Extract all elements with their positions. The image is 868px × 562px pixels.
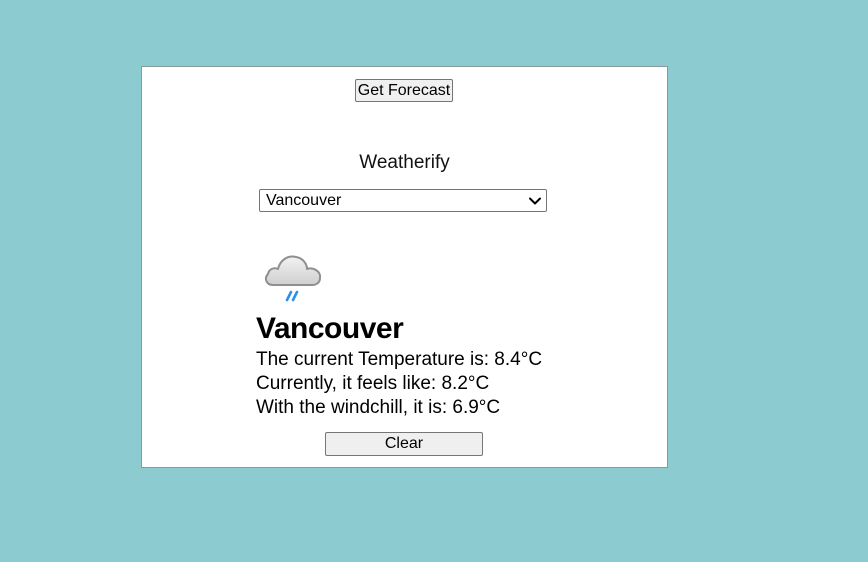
windchill-text: With the windchill, it is: 6.9°C xyxy=(256,397,501,418)
rain-cloud-icon xyxy=(264,255,322,302)
get-forecast-button[interactable]: Get Forecast xyxy=(355,79,453,102)
current-temperature-text: The current Temperature is: 8.4°C xyxy=(256,349,543,370)
weather-card: Get Forecast Weatherify Vancouver Vancou… xyxy=(141,66,668,468)
clear-button[interactable]: Clear xyxy=(325,432,483,456)
city-select-value: Vancouver xyxy=(266,192,342,209)
city-name-heading: Vancouver xyxy=(256,312,404,345)
city-select[interactable]: Vancouver xyxy=(259,189,547,212)
feels-like-text: Currently, it feels like: 8.2°C xyxy=(256,373,490,394)
app-title: Weatherify xyxy=(359,152,450,173)
chevron-down-icon xyxy=(529,197,541,205)
